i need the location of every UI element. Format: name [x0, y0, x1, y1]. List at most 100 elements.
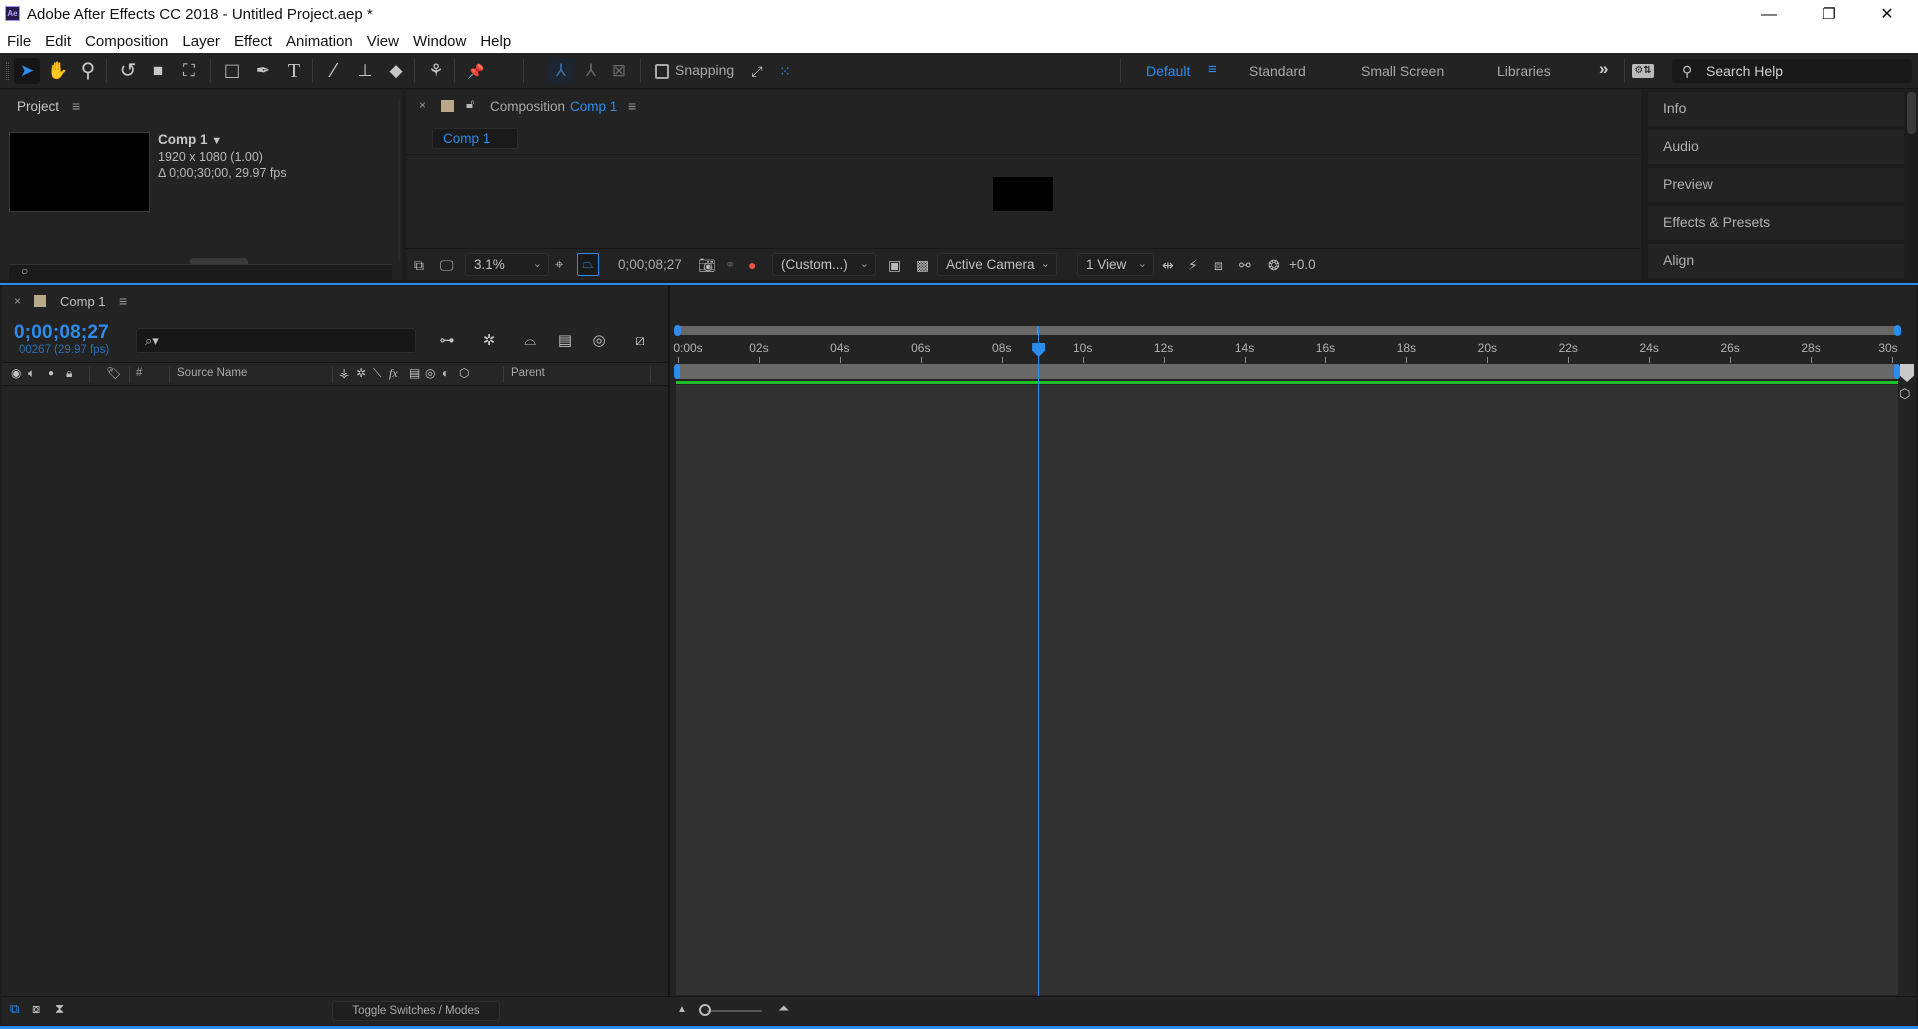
close-button[interactable]: ✕ — [1864, 0, 1910, 30]
toggle-transparency-grid-icon[interactable]: ▩ — [916, 256, 929, 274]
eraser-tool-icon[interactable]: ◆ — [383, 58, 409, 84]
snap-edges-icon[interactable]: ⤢ — [744, 58, 770, 84]
3d-layer-switch-icon[interactable]: ⬡ — [459, 366, 469, 380]
time-zoom-slider[interactable] — [707, 1010, 762, 1012]
flowchart-icon[interactable]: ⚯ — [1239, 256, 1251, 274]
scrollbar-thumb[interactable] — [1907, 92, 1916, 134]
menu-window[interactable]: Window — [413, 33, 466, 50]
right-panel-scrollbar[interactable] — [1906, 92, 1916, 278]
work-area-end-handle[interactable] — [1894, 364, 1900, 379]
current-time-display[interactable]: 0;00;08;27 — [618, 256, 682, 274]
type-tool-icon[interactable]: T — [281, 58, 307, 84]
composition-panel-comp-name[interactable]: Comp 1 — [570, 99, 617, 114]
selection-tool-icon[interactable]: ➤ — [14, 58, 40, 84]
effects-presets-panel-tab[interactable]: Effects & Presets — [1648, 206, 1904, 240]
time-zoom-knob[interactable] — [699, 1004, 711, 1016]
workspace-default[interactable]: Default — [1146, 63, 1190, 79]
maximize-button[interactable]: ❐ — [1806, 0, 1852, 30]
effects-switch-icon[interactable]: fx — [389, 366, 398, 381]
snap-features-icon[interactable]: ⁙ — [772, 58, 798, 84]
shy-switch-icon[interactable]: ⚶ — [339, 366, 349, 380]
comp-button-icon[interactable]: ⬡ — [1899, 386, 1910, 402]
timeline-icon[interactable]: ⧈ — [1214, 256, 1223, 274]
solo-icon[interactable]: ● — [48, 368, 54, 379]
menu-file[interactable]: File — [7, 33, 31, 50]
comp-marker-bin-icon[interactable] — [1900, 364, 1914, 382]
navigator-end-handle[interactable] — [1894, 325, 1901, 336]
project-search-input[interactable]: ○ — [9, 264, 392, 280]
draft-3d-icon[interactable]: ✲ — [477, 330, 501, 352]
toolbar-grip[interactable] — [6, 62, 9, 80]
composition-viewer[interactable] — [406, 154, 1641, 247]
menu-edit[interactable]: Edit — [45, 33, 71, 50]
rectangle-tool-icon[interactable]: □ — [219, 58, 245, 84]
clone-stamp-tool-icon[interactable]: ⊥ — [352, 58, 378, 84]
work-area-bar[interactable] — [674, 364, 1900, 379]
motion-blur-icon[interactable]: ◎ — [587, 330, 611, 352]
current-time-timecode[interactable]: 0;00;08;27 — [14, 322, 109, 344]
time-ruler[interactable]: 0:00s 02s 04s 06s 08s 10s 12s 14s 16s 18s 20s 22s 24… — [670, 336, 1916, 363]
menu-animation[interactable]: Animation — [286, 33, 353, 50]
camera-tool-icon[interactable]: ■ — [145, 58, 171, 84]
frame-blending-icon[interactable]: ▤ — [553, 330, 577, 352]
view-axis-mode-icon[interactable]: ⊠ — [606, 58, 632, 84]
show-snapshot-icon[interactable]: ⚭ — [725, 256, 736, 274]
layer-search-input[interactable]: ⌕▾ — [136, 328, 416, 353]
menu-help[interactable]: Help — [480, 33, 511, 50]
collapse-switch-icon[interactable]: ✲ — [356, 366, 366, 380]
quality-switch-icon[interactable]: ⟍ — [373, 366, 381, 381]
fast-previews-icon[interactable]: ▣ — [888, 256, 901, 274]
menu-composition[interactable]: Composition — [85, 33, 168, 50]
audio-icon[interactable]: 🔈︎ — [28, 366, 35, 381]
project-panel-title[interactable]: Project — [17, 99, 59, 114]
project-item-name[interactable]: Comp 1 ▼ — [158, 132, 222, 147]
label-tag-icon[interactable]: 🏷︎ — [106, 366, 121, 380]
exposure-value[interactable]: +0.0 — [1289, 256, 1316, 274]
fast-draft-icon[interactable]: ⚡ — [1188, 256, 1198, 274]
hand-tool-icon[interactable]: ✋ — [45, 58, 71, 84]
layer-list[interactable] — [2, 387, 668, 995]
timeline-panel-menu-icon[interactable]: ≡ — [119, 293, 127, 309]
menu-effect[interactable]: Effect — [234, 33, 272, 50]
project-scrollbar[interactable] — [398, 100, 400, 260]
workspace-small-screen[interactable]: Small Screen — [1361, 63, 1444, 79]
zoom-out-icon[interactable]: ▲ — [677, 1004, 687, 1015]
lock-icon[interactable]: 🔒︎ — [66, 366, 72, 381]
graph-editor-icon[interactable]: ⧄ — [628, 330, 652, 352]
puppet-pin-tool-icon[interactable]: 📌 — [463, 58, 489, 84]
close-comp-tab-icon[interactable]: × — [419, 98, 426, 112]
close-timeline-tab-icon[interactable]: × — [14, 294, 21, 308]
transparency-grid-icon[interactable]: ⏢ — [577, 253, 599, 276]
camera-view-dropdown[interactable]: Active Camera ⌄ — [937, 253, 1057, 276]
resolution-dropdown[interactable]: (Custom...) ⌄ — [772, 253, 876, 276]
lock-icon[interactable]: 🔓︎ — [466, 96, 474, 112]
item-dropdown-icon[interactable]: ▼ — [211, 135, 222, 147]
align-panel-tab[interactable]: Align — [1648, 244, 1904, 278]
layer-switches-pane-icon[interactable]: ⧉ — [10, 1001, 19, 1017]
playhead-line[interactable] — [1038, 326, 1040, 996]
layer-tracks-area[interactable] — [676, 385, 1898, 995]
work-area-start-handle[interactable] — [674, 364, 680, 379]
column-parent[interactable]: Parent — [511, 367, 545, 379]
roto-brush-tool-icon[interactable]: ⚘ — [423, 58, 449, 84]
view-layout-dropdown[interactable]: 1 View ⌄ — [1077, 253, 1154, 276]
menu-view[interactable]: View — [367, 33, 399, 50]
project-panel-menu-icon[interactable]: ≡ — [72, 98, 80, 114]
minimize-button[interactable]: — — [1746, 0, 1792, 30]
rotation-tool-icon[interactable]: ↺ — [115, 58, 141, 84]
pan-behind-tool-icon[interactable]: ⛶ — [176, 58, 202, 84]
comp-label-color[interactable] — [34, 295, 46, 307]
local-axis-mode-icon[interactable]: ⅄ — [548, 58, 574, 84]
zoom-in-icon[interactable]: ⏶ — [778, 1000, 789, 1017]
time-navigator[interactable] — [674, 325, 1901, 336]
info-panel-tab[interactable]: Info — [1648, 92, 1904, 126]
snapping-checkbox[interactable] — [655, 64, 669, 79]
workspace-settings-icon[interactable]: ⚙⇅ — [1632, 64, 1654, 78]
channel-rgb-icon[interactable]: ● — [748, 256, 756, 274]
shy-layers-icon[interactable]: ⌓ — [518, 330, 542, 352]
brush-tool-icon[interactable]: ⁄ — [321, 58, 347, 84]
adjustment-layer-switch-icon[interactable]: ◐ — [442, 366, 449, 380]
timeline-tab-title[interactable]: Comp 1 — [60, 294, 106, 309]
workspace-menu-icon[interactable]: ≡ — [1208, 61, 1217, 78]
comp-label-color[interactable] — [441, 100, 454, 112]
